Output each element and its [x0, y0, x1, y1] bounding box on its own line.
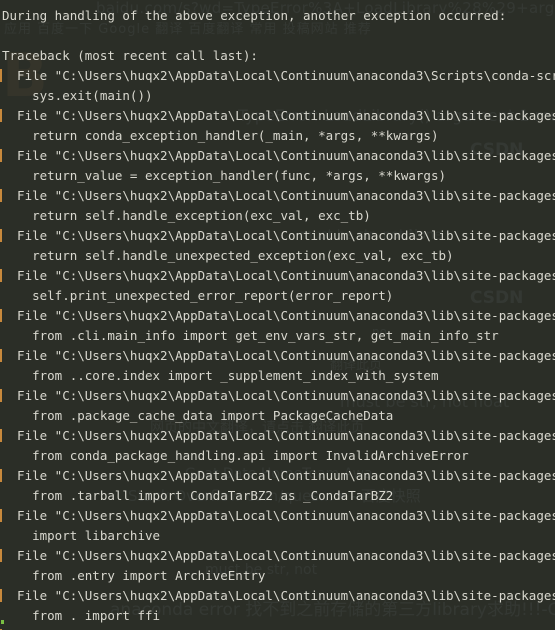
terminal-cursor: [1, 620, 4, 624]
traceback-code-line: sys.exit(main()): [2, 88, 153, 103]
traceback-code-line: from conda_package_handling.api import I…: [2, 448, 469, 463]
traceback-file-line: File "C:\Users\huqx2\AppData\Local\Conti…: [0, 146, 555, 166]
traceback-file-line: File "C:\Users\huqx2\AppData\Local\Conti…: [0, 506, 555, 526]
traceback-code-line: from . import ffi: [2, 608, 161, 623]
traceback-file-line: File "C:\Users\huqx2\AppData\Local\Conti…: [0, 266, 555, 286]
traceback-file-line: File "C:\Users\huqx2\AppData\Local\Conti…: [0, 66, 555, 86]
traceback-file-line: File "C:\Users\huqx2\AppData\Local\Conti…: [0, 626, 555, 630]
traceback-code-line: from .tarball import CondaTarBZ2 as _Con…: [2, 488, 394, 503]
traceback-code-line: return self.handle_unexpected_exception(…: [2, 248, 454, 263]
traceback-file-line: File "C:\Users\huqx2\AppData\Local\Conti…: [0, 466, 555, 486]
traceback-file-line: File "C:\Users\huqx2\AppData\Local\Conti…: [0, 386, 555, 406]
traceback-file-line: File "C:\Users\huqx2\AppData\Local\Conti…: [0, 106, 555, 126]
traceback-file-line: File "C:\Users\huqx2\AppData\Local\Conti…: [0, 546, 555, 566]
traceback-code-line: return_value = exception_handler(func, *…: [2, 168, 447, 183]
traceback-code-line: Traceback (most recent call last):: [2, 48, 258, 63]
traceback-code-line: return conda_exception_handler(_main, *a…: [2, 128, 439, 143]
traceback-file-line: File "C:\Users\huqx2\AppData\Local\Conti…: [0, 226, 555, 246]
traceback-code-line: from .package_cache_data import PackageC…: [2, 408, 394, 423]
traceback-blank-line: [0, 26, 555, 46]
traceback-file-line: File "C:\Users\huqx2\AppData\Local\Conti…: [0, 186, 555, 206]
traceback-code-line: from .entry import ArchiveEntry: [2, 568, 266, 583]
traceback-code-line: from .cli.main_info import get_env_vars_…: [2, 328, 499, 343]
traceback-file-line: File "C:\Users\huqx2\AppData\Local\Conti…: [0, 346, 555, 366]
traceback-code-line: self.print_unexpected_error_report(error…: [2, 288, 394, 303]
terminal-window: baidu.com/s?wd=TypeError%3A+LoadLibrary%…: [0, 0, 555, 630]
traceback-code-line: return self.handle_exception(exc_val, ex…: [2, 208, 371, 223]
traceback-code-line: During handling of the above exception, …: [2, 8, 507, 23]
traceback-output[interactable]: During handling of the above exception, …: [0, 0, 555, 630]
traceback-code-line: import libarchive: [2, 528, 161, 543]
traceback-file-line: File "C:\Users\huqx2\AppData\Local\Conti…: [0, 586, 555, 606]
traceback-code-line: from ..core.index import _supplement_ind…: [2, 368, 439, 383]
traceback-file-line: File "C:\Users\huqx2\AppData\Local\Conti…: [0, 426, 555, 446]
traceback-file-line: File "C:\Users\huqx2\AppData\Local\Conti…: [0, 306, 555, 326]
